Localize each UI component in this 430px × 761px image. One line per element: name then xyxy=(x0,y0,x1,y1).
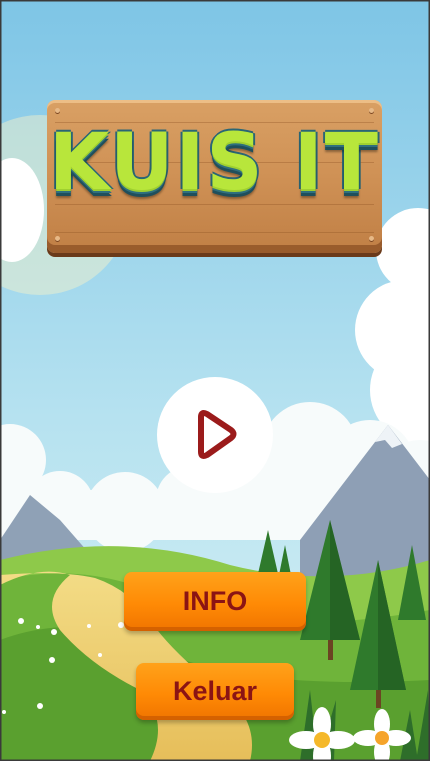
wood-grain xyxy=(55,232,374,233)
play-button[interactable] xyxy=(157,377,273,493)
info-button[interactable]: INFO xyxy=(124,572,306,631)
game-screen: KUIS IT INFO Keluar xyxy=(0,0,430,761)
play-icon xyxy=(198,410,237,459)
title-sign: KUIS IT xyxy=(47,100,382,253)
game-title: KUIS IT xyxy=(49,118,380,208)
exit-button[interactable]: Keluar xyxy=(136,663,294,720)
nail xyxy=(369,108,374,113)
nail xyxy=(369,236,374,241)
nail xyxy=(55,236,60,241)
nail xyxy=(55,108,60,113)
